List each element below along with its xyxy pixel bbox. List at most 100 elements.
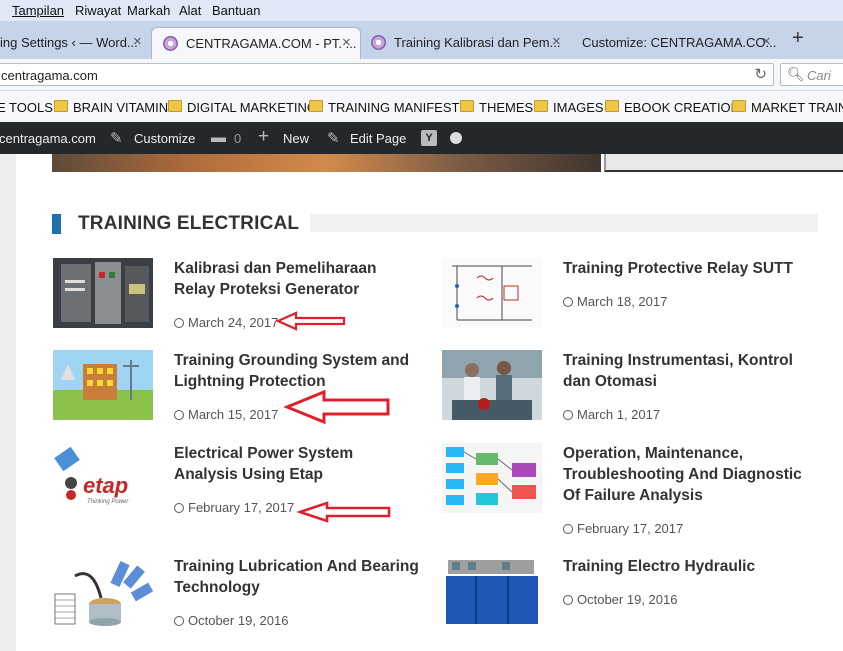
- bookmark-images[interactable]: IMAGES: [553, 100, 604, 115]
- yoast-seo-icon[interactable]: Y: [421, 130, 437, 146]
- section-accent-bar: [52, 214, 61, 234]
- post-title[interactable]: Kalibrasi dan Pemeliharaan Relay Proteks…: [174, 258, 419, 300]
- post-title[interactable]: Training Protective Relay SUTT: [563, 258, 808, 279]
- left-rail: [0, 154, 16, 651]
- site-favicon-icon: [163, 36, 178, 51]
- clock-icon: [174, 616, 184, 626]
- folder-icon: [168, 100, 182, 112]
- post-thumbnail[interactable]: etap Thinking Power: [53, 443, 153, 513]
- wp-admin-bar: centragama.com ✎ Customize ▬ 0 + New ✎ E…: [0, 122, 843, 154]
- post-date: March 18, 2017: [563, 294, 667, 309]
- post-title[interactable]: Training Grounding System and Lightning …: [174, 350, 419, 392]
- site-favicon-icon: [371, 35, 386, 50]
- tab-label: ing Settings ‹ — Word...: [0, 35, 138, 50]
- comment-icon: ▬: [211, 129, 226, 146]
- post-thumbnail[interactable]: [53, 350, 153, 420]
- annotation-arrow-icon: [284, 389, 390, 425]
- menu-markah[interactable]: Markah: [127, 3, 170, 18]
- post-thumbnail[interactable]: [442, 443, 542, 513]
- tab-settings[interactable]: ing Settings ‹ — Word... ×: [0, 27, 150, 59]
- post-thumbnail[interactable]: [53, 556, 153, 626]
- status-dot-icon: [450, 132, 462, 144]
- post-date-text: October 19, 2016: [188, 613, 289, 628]
- folder-icon: [309, 100, 323, 112]
- section-rule: [310, 214, 818, 232]
- post-date: March 24, 2017: [174, 315, 278, 330]
- bookmark-ebook-creation[interactable]: EBOOK CREATION: [624, 100, 740, 115]
- search-placeholder: Cari: [807, 68, 831, 83]
- plus-icon: +: [258, 126, 270, 147]
- post-date-text: October 19, 2016: [577, 592, 678, 607]
- menu-bar: Tampilan Riwayat Markah Alat Bantuan: [0, 0, 843, 21]
- etap-logo-text: etap: [83, 473, 128, 498]
- post-date: February 17, 2017: [174, 500, 294, 515]
- post-title[interactable]: Operation, Maintenance, Troubleshooting …: [563, 443, 808, 506]
- post-thumbnail[interactable]: [442, 350, 542, 420]
- menu-riwayat[interactable]: Riwayat: [75, 3, 121, 18]
- new-tab-button[interactable]: +: [792, 27, 804, 50]
- post-date: October 19, 2016: [174, 613, 288, 628]
- folder-icon: [54, 100, 68, 112]
- post-date: October 19, 2016: [563, 592, 677, 607]
- featured-image-secondary[interactable]: [604, 154, 843, 172]
- pencil-icon: ✎: [327, 130, 340, 147]
- url-bar[interactable]: centragama.com ↻: [0, 63, 774, 86]
- post-date-text: March 18, 2017: [577, 294, 668, 309]
- admin-comments-count[interactable]: 0: [234, 131, 241, 146]
- menu-alat[interactable]: Alat: [179, 3, 201, 18]
- tab-customize[interactable]: Customize: CENTRAGAMA.CO... ×: [573, 27, 783, 59]
- bookmarks-toolbar: E TOOLS BRAIN VITAMIN DIGITAL MARKETING …: [0, 92, 843, 122]
- bookmark-digital-marketing[interactable]: DIGITAL MARKETING: [187, 100, 317, 115]
- folder-icon: [605, 100, 619, 112]
- bookmark-training-manifesto[interactable]: TRAINING MANIFESTO: [328, 100, 469, 115]
- search-icon: 🔍︎: [787, 66, 805, 82]
- post-thumbnail[interactable]: [53, 258, 153, 328]
- tab-centragama[interactable]: CENTRAGAMA.COM - PT. ... ×: [151, 27, 361, 59]
- clock-icon: [563, 595, 573, 605]
- search-input[interactable]: 🔍︎ Cari: [780, 63, 843, 86]
- close-icon[interactable]: ×: [552, 33, 561, 50]
- admin-edit-page-link[interactable]: Edit Page: [350, 131, 406, 146]
- post-date-text: March 15, 2017: [188, 407, 279, 422]
- reload-icon[interactable]: ↻: [754, 65, 767, 83]
- post-date: March 1, 2017: [563, 407, 660, 422]
- admin-new-link[interactable]: New: [283, 131, 309, 146]
- folder-icon: [460, 100, 474, 112]
- tab-label: Customize: CENTRAGAMA.CO...: [582, 35, 777, 50]
- admin-customize-link[interactable]: Customize: [134, 131, 195, 146]
- bookmark-tools[interactable]: E TOOLS: [0, 100, 53, 115]
- bookmark-brain-vitamin[interactable]: BRAIN VITAMIN: [73, 100, 168, 115]
- close-icon[interactable]: ×: [342, 34, 351, 51]
- brush-icon: ✎: [110, 130, 123, 147]
- admin-site-link[interactable]: centragama.com: [0, 131, 96, 146]
- post-date-text: March 1, 2017: [577, 407, 661, 422]
- clock-icon: [563, 297, 573, 307]
- post-title[interactable]: Training Electro Hydraulic: [563, 556, 808, 577]
- url-text[interactable]: centragama.com: [1, 68, 98, 83]
- featured-image[interactable]: [52, 154, 601, 172]
- tab-strip: ing Settings ‹ — Word... × CENTRAGAMA.CO…: [0, 21, 843, 59]
- post-date: February 17, 2017: [563, 521, 683, 536]
- menu-bantuan[interactable]: Bantuan: [212, 3, 260, 18]
- tab-label: CENTRAGAMA.COM - PT. ...: [186, 36, 357, 51]
- page-content: TRAINING ELECTRICAL Kalibrasi dan Pemeli…: [0, 154, 843, 651]
- clock-icon: [563, 410, 573, 420]
- close-icon[interactable]: ×: [762, 33, 771, 50]
- bookmark-themes[interactable]: THEMES: [479, 100, 533, 115]
- close-icon[interactable]: ×: [133, 33, 142, 50]
- bookmark-market-training[interactable]: MARKET TRAINING: [751, 100, 843, 115]
- post-title[interactable]: Electrical Power System Analysis Using E…: [174, 443, 419, 485]
- menu-tampilan[interactable]: Tampilan: [12, 3, 64, 18]
- clock-icon: [174, 318, 184, 328]
- post-date-text: February 17, 2017: [577, 521, 684, 536]
- tab-training-kalibrasi[interactable]: Training Kalibrasi dan Pem... ×: [365, 27, 570, 59]
- post-title[interactable]: Training Lubrication And Bearing Technol…: [174, 556, 419, 598]
- annotation-arrow-icon: [276, 311, 346, 331]
- navigation-bar: centragama.com ↻ 🔍︎ Cari: [0, 59, 843, 91]
- post-thumbnail[interactable]: [442, 258, 542, 328]
- clock-icon: [174, 503, 184, 513]
- post-title[interactable]: Training Instrumentasi, Kontrol dan Otom…: [563, 350, 808, 392]
- etap-logo-tagline: Thinking Power: [87, 499, 129, 505]
- section-heading: TRAINING ELECTRICAL: [52, 212, 818, 234]
- post-thumbnail[interactable]: [442, 556, 542, 626]
